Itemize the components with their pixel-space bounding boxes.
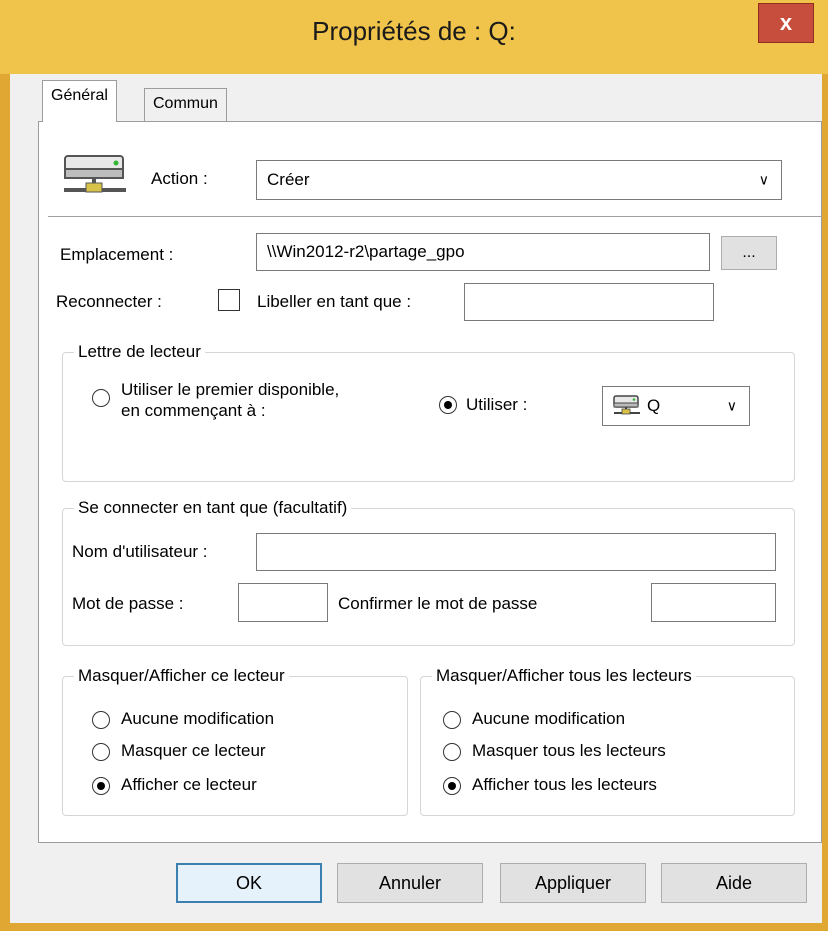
location-label: Emplacement :: [60, 245, 174, 264]
hide-drive-label: Masquer ce lecteur: [121, 741, 266, 760]
radio-use[interactable]: [439, 396, 457, 414]
first-available-label: Utiliser le premier disponible, en comme…: [121, 380, 340, 420]
confirm-password-label: Confirmer le mot de passe: [338, 594, 538, 613]
tag-label: Libeller en tant que :: [257, 292, 412, 311]
drive-no-change-label: Aucune modification: [121, 709, 275, 728]
window-title: Propriétés de : Q:: [312, 16, 516, 46]
apply-button[interactable]: Appliquer: [500, 863, 646, 903]
location-input[interactable]: \\Win2012-r2\partage_gpo: [256, 233, 710, 271]
radio-all-no-change[interactable]: [443, 711, 461, 729]
hide-show-drive-legend: Masquer/Afficher ce lecteur: [74, 666, 289, 686]
chevron-down-icon: ∨: [726, 397, 737, 414]
browse-button[interactable]: ...: [721, 236, 777, 270]
action-label: Action :: [151, 169, 208, 188]
use-label: Utiliser :: [466, 395, 528, 414]
chevron-down-icon: ∨: [758, 171, 769, 188]
connect-as-group: [62, 508, 795, 646]
drive-letter-select[interactable]: Q ∨: [602, 386, 750, 426]
confirm-password-input[interactable]: [651, 583, 776, 622]
close-button[interactable]: x: [758, 3, 814, 43]
ok-button[interactable]: OK: [176, 863, 322, 903]
radio-hide-drive[interactable]: [92, 743, 110, 761]
help-button[interactable]: Aide: [661, 863, 807, 903]
drive-letter-legend: Lettre de lecteur: [74, 342, 205, 362]
username-label: Nom d'utilisateur :: [72, 542, 208, 561]
drive-letter-value: Q: [647, 396, 661, 415]
password-label: Mot de passe :: [72, 594, 184, 613]
all-no-change-label: Aucune modification: [472, 709, 626, 728]
connect-as-legend: Se connecter en tant que (facultatif): [74, 498, 352, 518]
show-drive-label: Afficher ce lecteur: [121, 775, 257, 794]
tab-common[interactable]: Commun: [144, 88, 227, 122]
divider: [48, 216, 822, 217]
radio-show-drive[interactable]: [92, 777, 110, 795]
action-select[interactable]: Créer ∨: [256, 160, 782, 200]
drive-icon: [613, 394, 641, 418]
hide-show-all-legend: Masquer/Afficher tous les lecteurs: [432, 666, 696, 686]
password-input[interactable]: [238, 583, 328, 622]
radio-first-available[interactable]: [92, 389, 110, 407]
reconnect-checkbox[interactable]: [218, 289, 240, 311]
action-value: Créer: [267, 170, 310, 189]
radio-hide-all[interactable]: [443, 743, 461, 761]
reconnect-label: Reconnecter :: [56, 292, 162, 311]
tab-general[interactable]: Général: [42, 80, 117, 122]
hide-all-label: Masquer tous les lecteurs: [472, 741, 666, 760]
cancel-button[interactable]: Annuler: [337, 863, 483, 903]
title-bar: Propriétés de : Q: x: [0, 0, 828, 74]
network-drive-icon: [62, 153, 128, 204]
show-all-label: Afficher tous les lecteurs: [472, 775, 657, 794]
tag-input[interactable]: [464, 283, 714, 321]
username-input[interactable]: [256, 533, 776, 571]
radio-show-all[interactable]: [443, 777, 461, 795]
radio-drive-no-change[interactable]: [92, 711, 110, 729]
